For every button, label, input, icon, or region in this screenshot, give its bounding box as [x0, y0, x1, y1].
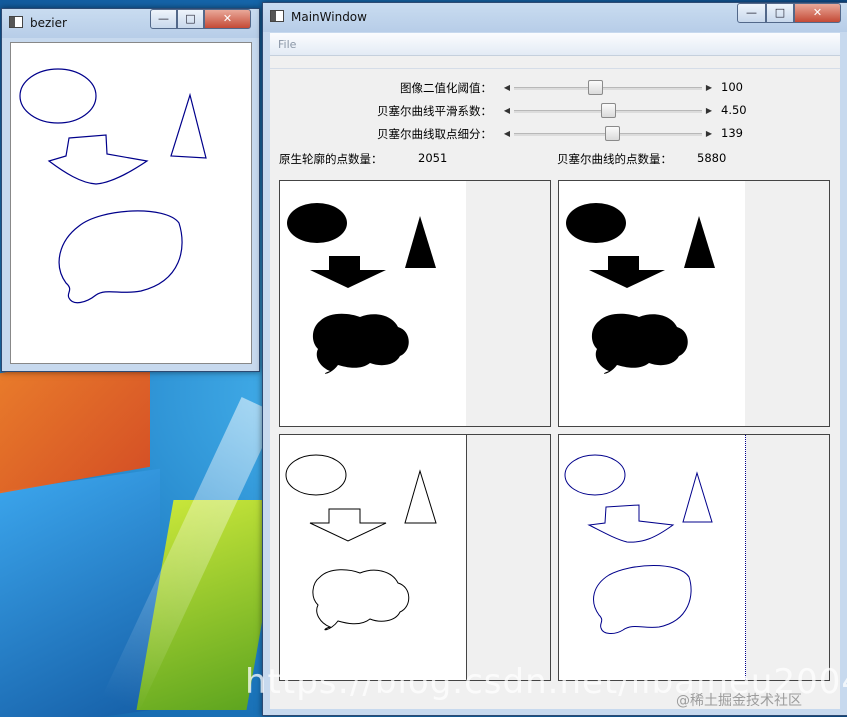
- arrow-right-icon[interactable]: ▶: [704, 128, 714, 140]
- maximize-icon: □: [185, 12, 196, 25]
- processed-shapes: [566, 203, 715, 374]
- main-window: MainWindow — □ ✕ File 图像二值化阈值： ◀ ▶ 100 贝塞尔曲线…: [262, 2, 847, 716]
- bezier-result-panel: [558, 434, 830, 681]
- maximize-button[interactable]: □: [766, 3, 794, 23]
- close-button[interactable]: ✕: [204, 9, 251, 29]
- bezier-cloud: [58, 210, 183, 304]
- slider-label: 贝塞尔曲线取点细分：: [377, 127, 492, 141]
- slider-thumb[interactable]: [604, 126, 620, 141]
- contour-count-value: 2051: [418, 151, 448, 165]
- minimize-button[interactable]: —: [150, 9, 177, 29]
- slider-1[interactable]: ◀ ▶: [502, 80, 714, 95]
- slider-value: 100: [721, 80, 743, 94]
- binary-image-panel: [279, 180, 551, 427]
- slider-2[interactable]: ◀ ▶: [502, 103, 714, 118]
- bezier-count-label: 贝塞尔曲线的点数量：: [557, 152, 672, 166]
- arrow-right-icon[interactable]: ▶: [704, 105, 714, 117]
- watermark-community: @稀土掘金技术社区: [676, 693, 802, 709]
- bezier-window-title: bezier: [30, 16, 67, 30]
- slider-thumb[interactable]: [587, 80, 603, 95]
- app-window-icon: [9, 16, 23, 28]
- contour-panel: [279, 434, 551, 681]
- bezier-count-value: 5880: [697, 151, 727, 165]
- arrow-left-icon[interactable]: ◀: [502, 128, 512, 140]
- bezier-window: bezier — □ ✕: [1, 8, 260, 372]
- bezier-arrow: [47, 134, 149, 185]
- processed-image-panel: [558, 180, 830, 427]
- slider-value: 139: [721, 126, 743, 140]
- arrow-right-icon[interactable]: ▶: [704, 82, 714, 94]
- contour-shapes: [285, 454, 437, 631]
- slider-label: 图像二值化阈值：: [400, 81, 492, 95]
- slider-label: 贝塞尔曲线平滑系数：: [377, 104, 492, 118]
- close-icon: ✕: [222, 12, 233, 25]
- main-titlebar[interactable]: MainWindow — □ ✕: [263, 3, 847, 32]
- bezier-triangle: [170, 92, 207, 159]
- minimize-icon: —: [746, 6, 757, 19]
- toolbar-strip: [270, 56, 840, 69]
- main-client-area: File 图像二值化阈值： ◀ ▶ 100 贝塞尔曲线平滑系数： ◀ ▶ 4.50 贝塞尔曲线取…: [270, 33, 840, 709]
- app-window-icon: [270, 10, 284, 22]
- maximize-button[interactable]: □: [177, 9, 204, 29]
- close-button[interactable]: ✕: [794, 3, 841, 23]
- bezier-curves-drawing: [19, 68, 207, 304]
- minimize-button[interactable]: —: [737, 3, 766, 23]
- menu-bar: File: [270, 33, 840, 56]
- slider-value: 4.50: [721, 103, 747, 117]
- slider-thumb[interactable]: [601, 103, 616, 118]
- binary-shapes: [287, 203, 436, 374]
- bezier-ellipse: [19, 68, 97, 124]
- bezier-titlebar[interactable]: bezier — □ ✕: [2, 9, 259, 38]
- slider-track[interactable]: [514, 87, 702, 90]
- arrow-left-icon[interactable]: ◀: [502, 82, 512, 94]
- arrow-left-icon[interactable]: ◀: [502, 105, 512, 117]
- close-icon: ✕: [812, 6, 823, 19]
- bezier-canvas[interactable]: [10, 42, 252, 364]
- menu-file[interactable]: File: [278, 38, 296, 51]
- contour-count-label: 原生轮廓的点数量：: [279, 152, 383, 166]
- maximize-icon: □: [774, 6, 786, 19]
- bezier-result-shapes: [564, 454, 713, 634]
- slider-3[interactable]: ◀ ▶: [502, 126, 714, 141]
- minimize-icon: —: [158, 12, 169, 25]
- main-window-title: MainWindow: [291, 10, 367, 24]
